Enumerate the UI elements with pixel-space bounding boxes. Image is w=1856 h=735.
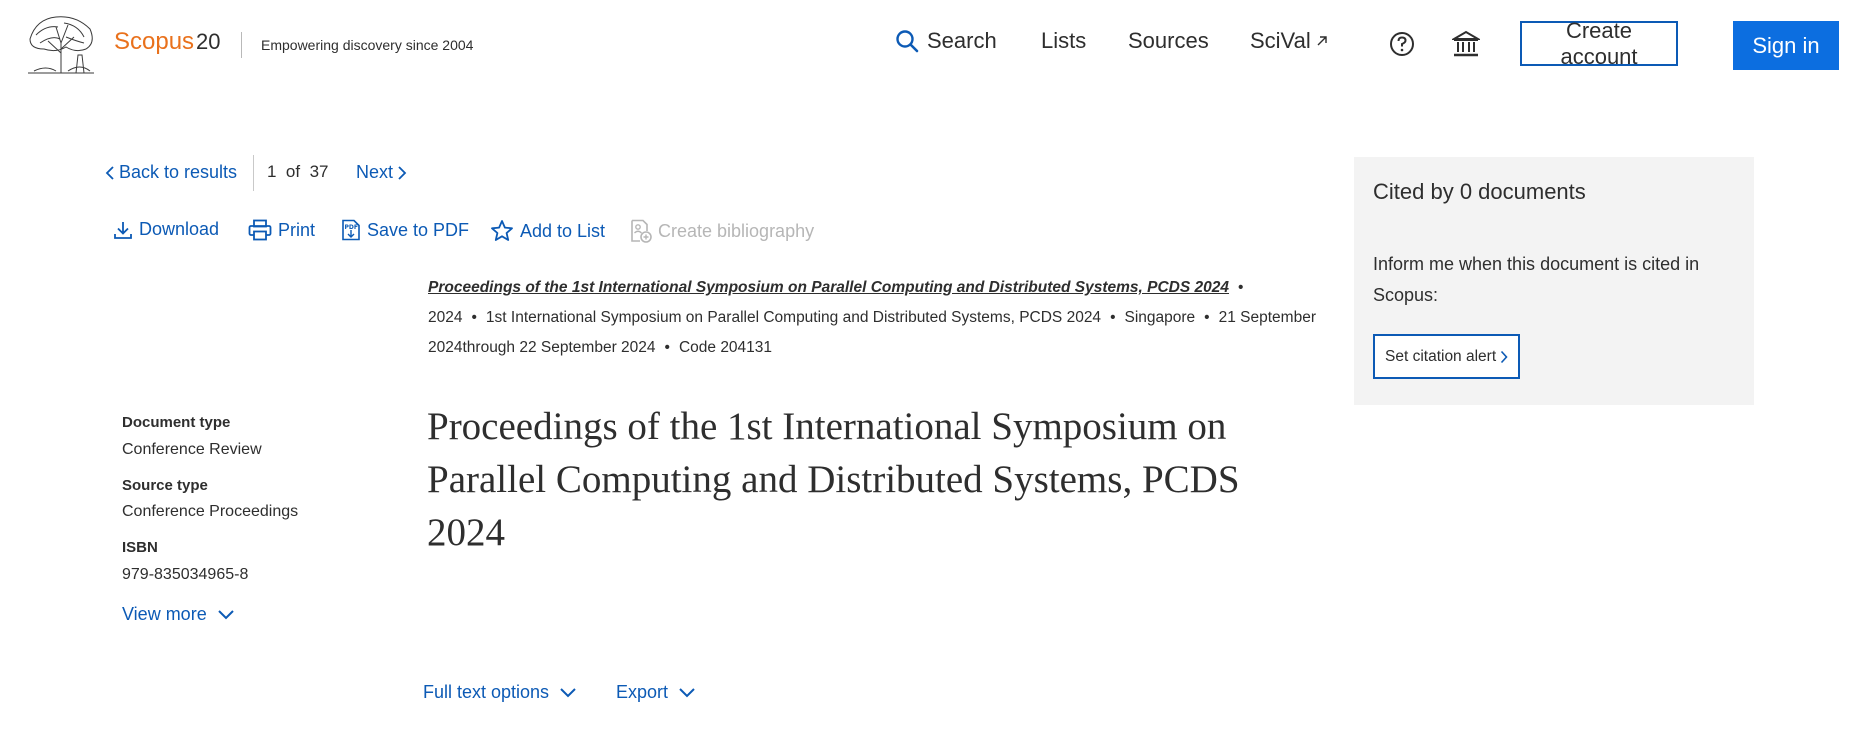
conference-code: Code 204131 bbox=[678, 339, 773, 356]
create-bibliography-label: Create bibliography bbox=[658, 220, 815, 241]
star-icon bbox=[491, 220, 513, 241]
document-type-label: Document type bbox=[122, 414, 231, 431]
separator-dot: • bbox=[471, 309, 477, 326]
sign-in-button[interactable]: Sign in bbox=[1733, 21, 1839, 70]
pdf-icon: PDF bbox=[342, 219, 360, 241]
external-arrow-icon bbox=[1317, 36, 1327, 46]
cited-by-panel: Cited by 0 documents Inform me when this… bbox=[1354, 157, 1754, 405]
nav-sources[interactable]: Sources bbox=[1128, 28, 1209, 54]
result-pager: 1 of 37 bbox=[267, 162, 328, 182]
chevron-right-icon bbox=[398, 165, 407, 180]
full-text-options-button[interactable]: Full text options bbox=[423, 682, 577, 703]
back-to-results-label: Back to results bbox=[119, 162, 238, 182]
isbn-value: 979-835034965-8 bbox=[122, 566, 249, 583]
nav-lists[interactable]: Lists bbox=[1041, 28, 1086, 54]
scopus-brand[interactable]: Scopus bbox=[114, 28, 194, 56]
nav-scival-label: SciVal bbox=[1250, 28, 1311, 53]
add-to-list-label: Add to List bbox=[520, 220, 606, 241]
print-icon bbox=[248, 219, 272, 241]
isbn-label: ISBN bbox=[122, 539, 158, 556]
source-type-value: Conference Proceedings bbox=[122, 503, 299, 520]
set-citation-alert-label: Set citation alert bbox=[1385, 347, 1497, 365]
next-result-label: Next bbox=[356, 162, 394, 182]
bibliography-icon bbox=[631, 219, 652, 243]
set-citation-alert-button[interactable]: Set citation alert bbox=[1373, 334, 1521, 379]
separator-dot: • bbox=[664, 339, 670, 356]
download-label: Download bbox=[139, 219, 220, 239]
download-button[interactable]: Download bbox=[113, 219, 219, 240]
export-button[interactable]: Export bbox=[616, 682, 696, 703]
create-bibliography-button: Create bibliography bbox=[630, 219, 814, 243]
view-more-label: View more bbox=[122, 604, 207, 624]
add-to-list-button[interactable]: Add to List bbox=[490, 219, 605, 243]
cited-by-title: Cited by 0 documents bbox=[1373, 179, 1586, 204]
nav-search[interactable]: Search bbox=[895, 28, 997, 54]
back-to-results-link[interactable]: Back to results bbox=[105, 162, 237, 183]
download-icon bbox=[114, 221, 132, 239]
svg-text:PDF: PDF bbox=[345, 224, 358, 231]
site-header: Scopus 20 Empowering discovery since 200… bbox=[0, 0, 1856, 90]
document-type-value: Conference Review bbox=[122, 441, 262, 458]
conference-location: Singapore bbox=[1124, 309, 1196, 326]
chevron-down-icon bbox=[560, 687, 576, 697]
separator-dot: • bbox=[1238, 279, 1244, 296]
chevron-left-icon bbox=[105, 165, 114, 180]
print-label: Print bbox=[278, 219, 316, 240]
document-title: Proceedings of the 1st International Sym… bbox=[427, 405, 1240, 554]
nav-scival[interactable]: SciVal bbox=[1250, 28, 1329, 54]
view-more-button[interactable]: View more bbox=[122, 604, 235, 625]
pager-divider bbox=[253, 155, 254, 191]
nav-search-label: Search bbox=[927, 28, 997, 53]
search-icon bbox=[896, 30, 919, 53]
pager-current: 1 bbox=[267, 162, 277, 181]
save-to-pdf-label: Save to PDF bbox=[367, 219, 470, 240]
chevron-right-icon bbox=[1501, 350, 1508, 363]
pager-total: 37 bbox=[309, 162, 329, 181]
separator-dot: • bbox=[1110, 309, 1116, 326]
source-title-link[interactable]: Proceedings of the 1st International Sym… bbox=[428, 279, 1229, 296]
help-icon[interactable] bbox=[1389, 31, 1415, 57]
conference-name: 1st International Symposium on Parallel … bbox=[485, 309, 1102, 326]
pager-of: of bbox=[285, 162, 301, 181]
citation-alert-text: Inform me when this document is cited in… bbox=[1373, 254, 1700, 305]
chevron-down-icon bbox=[679, 687, 695, 697]
tagline: Empowering discovery since 2004 bbox=[261, 37, 474, 53]
export-label: Export bbox=[616, 682, 669, 702]
full-text-options-label: Full text options bbox=[423, 682, 550, 702]
source-details: Proceedings of the 1st International Sym… bbox=[428, 273, 1328, 363]
source-year: 2024 bbox=[428, 309, 463, 326]
create-account-button[interactable]: Create account bbox=[1520, 18, 1678, 69]
print-button[interactable]: Print bbox=[248, 219, 315, 241]
elsevier-tree-logo[interactable] bbox=[26, 13, 96, 75]
separator-dot: • bbox=[1204, 309, 1210, 326]
save-to-pdf-button[interactable]: PDF Save to PDF bbox=[341, 219, 469, 241]
next-result-link[interactable]: Next bbox=[356, 162, 407, 183]
institution-icon[interactable] bbox=[1452, 30, 1480, 58]
scopus-anniversary-number: 20 bbox=[196, 29, 221, 54]
chevron-down-icon bbox=[217, 609, 234, 619]
source-type-label: Source type bbox=[122, 477, 208, 494]
brand-divider bbox=[241, 32, 242, 58]
